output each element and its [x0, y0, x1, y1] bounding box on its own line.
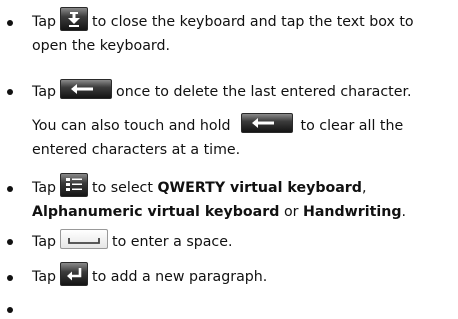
text-or: or [283, 204, 299, 220]
list-item-line: open the keyboard. [32, 34, 170, 58]
list-item-line: Tap to select QWERTY virtual keyboard, [32, 173, 367, 200]
list-item-line: Tap once to delete the last entered chara… [32, 79, 412, 104]
backspace-arrow-icon [60, 79, 113, 99]
enter-return-icon [60, 262, 89, 286]
list-item-line: Alphanumeric virtual keyboard or Handwri… [32, 200, 406, 224]
list-item-line: Tap to close the keyboard and tap the tex… [32, 7, 414, 34]
text-close-keyboard: to close the keyboard and tap the text b… [92, 14, 414, 30]
text-tap: Tap [32, 180, 57, 196]
list-item-line: You can also touch and hold to clear all … [32, 113, 404, 138]
text-to-select: to select [92, 180, 153, 196]
bullet [7, 89, 13, 95]
bullet [7, 275, 13, 281]
text-clear-all: to clear all the [300, 118, 404, 134]
text-delete-last: once to delete the last entered characte… [116, 84, 412, 100]
text-tap: Tap [32, 234, 57, 250]
keyboard-layout-icon [60, 173, 89, 197]
text-tap: Tap [32, 269, 57, 285]
list-item-line: Tap to add a new paragraph. [32, 262, 268, 289]
bullet [7, 307, 13, 313]
text-tap: Tap [32, 84, 57, 100]
text-alphanumeric: Alphanumeric virtual keyboard [32, 204, 280, 220]
backspace-arrow-icon [240, 113, 293, 133]
keyboard-down-arrow-icon [60, 7, 89, 31]
text-qwerty: QWERTY virtual keyboard [157, 180, 362, 196]
bullet [7, 186, 13, 192]
space-bar-icon [60, 229, 109, 249]
bullet [7, 239, 13, 245]
text-entered-chars: entered characters at a time. [32, 142, 241, 158]
text-handwriting: Handwriting [302, 204, 402, 220]
text-new-paragraph: to add a new paragraph. [92, 269, 268, 285]
list-item-line: entered characters at a time. [32, 138, 240, 162]
text-period: . [401, 204, 407, 220]
text-comma: , [361, 180, 367, 196]
text-touch-hold: You can also touch and hold [32, 118, 231, 134]
text-tap: Tap [32, 14, 57, 30]
text-enter-space: to enter a space. [112, 234, 233, 250]
list-item-line: Tap to enter a space. [32, 229, 233, 254]
bullet [7, 20, 13, 26]
text-open-keyboard: open the keyboard. [32, 38, 171, 54]
